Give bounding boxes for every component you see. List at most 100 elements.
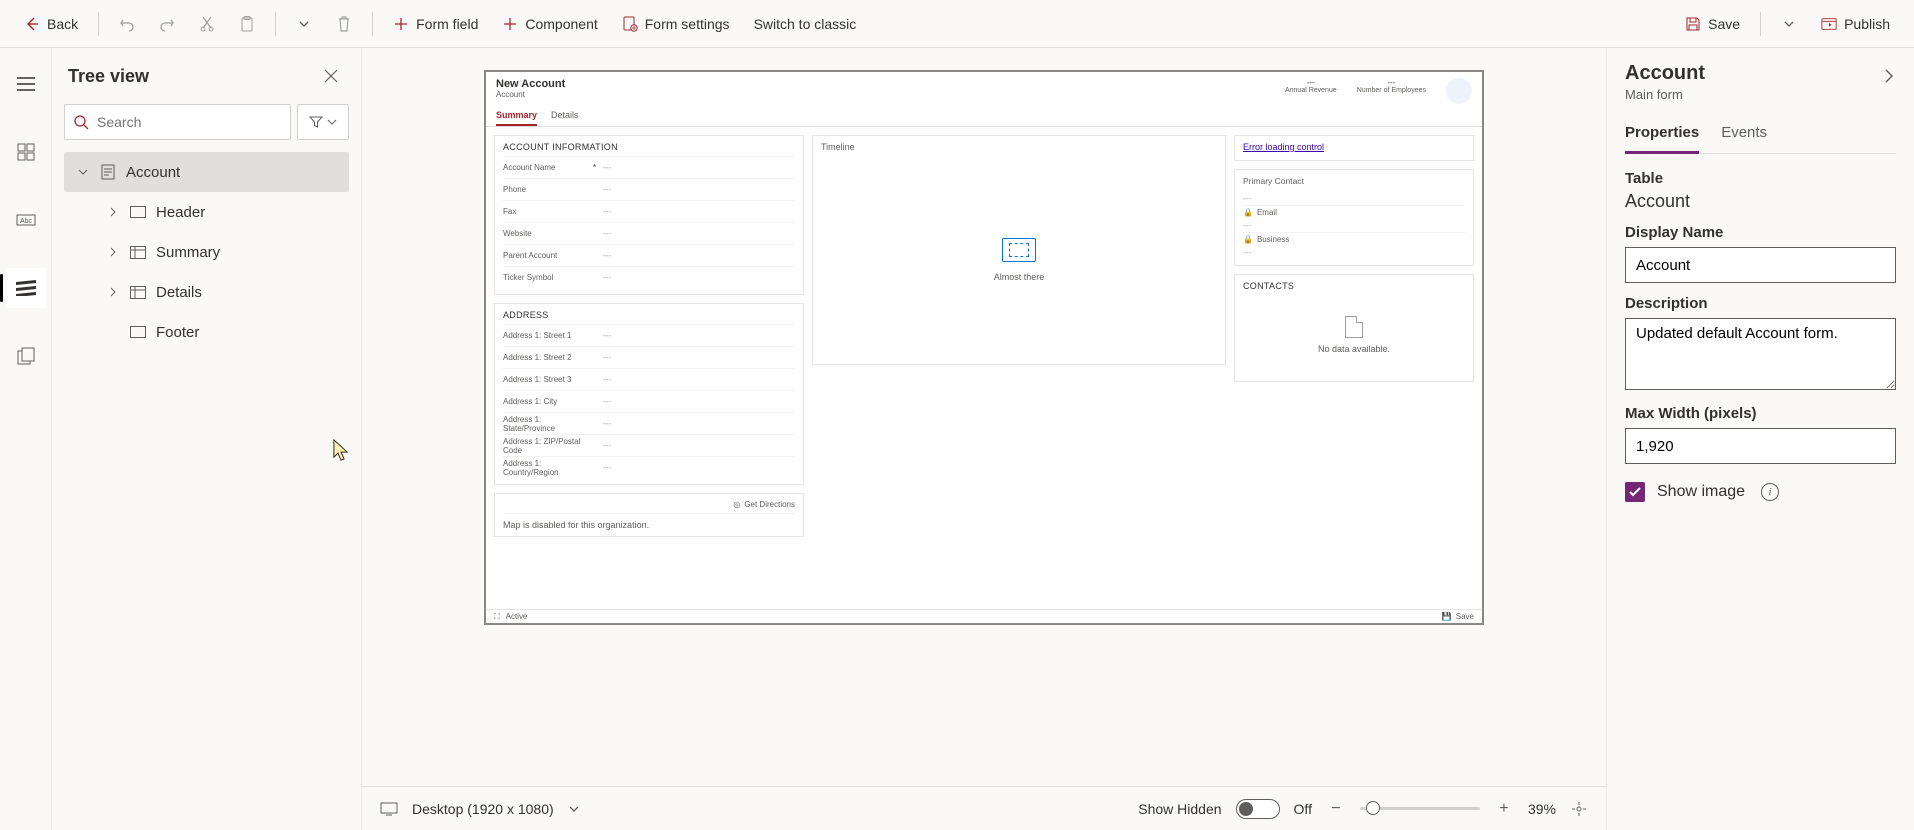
redo-icon <box>159 16 175 32</box>
tree-list: Account Header Summary Details <box>64 152 349 352</box>
chevron-right-icon <box>108 207 120 217</box>
input-max-width[interactable] <box>1625 428 1896 464</box>
tree-node-header[interactable]: Header <box>64 192 349 232</box>
card-primary-contact[interactable]: Primary Contact --- 🔒Email --- 🔒Business… <box>1234 169 1474 266</box>
tree-filter-button[interactable] <box>297 104 349 140</box>
canvas-status-bar: Desktop (1920 x 1080) Show Hidden Off − … <box>362 786 1606 830</box>
properties-collapse-button[interactable] <box>1882 62 1896 86</box>
form-field[interactable]: Address 1: ZIP/Postal Code--- <box>503 434 795 456</box>
back-button[interactable]: Back <box>14 6 88 42</box>
form-field[interactable]: Website--- <box>503 222 795 244</box>
divider <box>1760 12 1761 36</box>
expand-icon[interactable]: ⛶ <box>494 612 500 622</box>
info-icon[interactable]: i <box>1761 483 1779 501</box>
form-field[interactable]: Address 1: Street 3--- <box>503 368 795 390</box>
form-settings-label: Form settings <box>645 16 730 32</box>
zoom-in-button[interactable]: + <box>1494 800 1514 818</box>
tree-node-footer[interactable]: Footer <box>64 312 349 352</box>
label-table: Table <box>1625 170 1896 187</box>
input-display-name[interactable] <box>1625 247 1896 283</box>
properties-title: Account <box>1625 62 1705 85</box>
section-address[interactable]: ADDRESS Address 1: Street 1---Address 1:… <box>494 303 804 485</box>
form-field[interactable]: Address 1: Street 1--- <box>503 324 795 346</box>
form-field[interactable]: Account Name*--- <box>503 156 795 178</box>
lock-icon: 🔒 <box>1243 208 1253 217</box>
rail-form-fields[interactable]: Abc <box>6 200 46 240</box>
svg-text:Abc: Abc <box>20 218 33 225</box>
zoom-slider[interactable] <box>1360 807 1480 810</box>
tree-node-account[interactable]: Account <box>64 152 349 192</box>
error-loading-link[interactable]: Error loading control <box>1243 142 1324 152</box>
classic-label: Switch to classic <box>754 16 857 32</box>
tree-node-summary[interactable]: Summary <box>64 232 349 272</box>
form-field[interactable]: Address 1: State/Province--- <box>503 412 795 434</box>
delete-button[interactable] <box>326 6 362 42</box>
label-max-width: Max Width (pixels) <box>1625 405 1896 422</box>
form-field[interactable]: Fax--- <box>503 200 795 222</box>
card-contacts[interactable]: CONTACTS No data available. <box>1234 274 1474 382</box>
form-settings-button[interactable]: Form settings <box>612 6 740 42</box>
form-field[interactable]: Parent Account--- <box>503 244 795 266</box>
properties-subtitle: Main form <box>1625 87 1705 102</box>
show-hidden-label: Show Hidden <box>1138 801 1221 817</box>
tree-node-label: Header <box>156 204 205 221</box>
tab-icon <box>130 244 146 260</box>
rail-form-libraries[interactable] <box>6 336 46 376</box>
viewport-label: Desktop (1920 x 1080) <box>412 801 554 817</box>
canvas-tab-details[interactable]: Details <box>551 108 579 126</box>
form-field[interactable]: Address 1: Country/Region--- <box>503 456 795 478</box>
fit-to-screen-button[interactable] <box>1570 800 1588 818</box>
paste-button[interactable] <box>229 6 265 42</box>
form-field[interactable]: Phone--- <box>503 178 795 200</box>
card-error[interactable]: Error loading control <box>1234 135 1474 161</box>
save-button[interactable]: Save <box>1675 6 1750 42</box>
publish-label: Publish <box>1844 16 1890 32</box>
switch-classic-button[interactable]: Switch to classic <box>744 6 867 42</box>
checkbox-show-image[interactable] <box>1625 482 1645 502</box>
back-arrow-icon <box>24 16 40 32</box>
canvas-subtitle: Account <box>496 90 565 99</box>
tree-node-details[interactable]: Details <box>64 272 349 312</box>
value-table: Account <box>1625 191 1896 212</box>
form-canvas[interactable]: New Account Account ---Annual Revenue --… <box>484 70 1484 625</box>
rail-tree-view[interactable] <box>6 268 46 308</box>
timeline-placeholder-icon <box>1002 238 1036 262</box>
cut-button[interactable] <box>189 6 225 42</box>
rail-components[interactable] <box>6 132 46 172</box>
plus-icon <box>393 16 409 32</box>
save-more-button[interactable] <box>1771 6 1807 42</box>
save-icon[interactable]: 💾 <box>1442 612 1452 621</box>
redo-button[interactable] <box>149 6 185 42</box>
paste-more-button[interactable] <box>286 6 322 42</box>
form-field[interactable]: Ticker Symbol--- <box>503 266 795 288</box>
input-description[interactable] <box>1625 318 1896 390</box>
add-formfield-button[interactable]: Form field <box>383 6 488 42</box>
chevron-down-icon <box>78 167 90 177</box>
form-icon <box>100 164 116 180</box>
canvas-tab-summary[interactable]: Summary <box>496 108 537 126</box>
chevron-right-icon <box>108 247 120 257</box>
canvas-footer-bar: ⛶Active 💾Save <box>486 609 1482 623</box>
rail-hamburger[interactable] <box>6 64 46 104</box>
undo-button[interactable] <box>109 6 145 42</box>
tree-close-button[interactable] <box>317 62 345 90</box>
section-icon <box>130 324 146 340</box>
tab-events[interactable]: Events <box>1721 118 1767 153</box>
publish-button[interactable]: Publish <box>1811 6 1900 42</box>
tree-search-input[interactable] <box>97 114 282 130</box>
section-map[interactable]: ◎Get Directions Map is disabled for this… <box>494 493 804 537</box>
undo-icon <box>119 16 135 32</box>
viewport-dropdown[interactable] <box>568 803 580 815</box>
form-field[interactable]: Address 1: Street 2--- <box>503 346 795 368</box>
tab-properties[interactable]: Properties <box>1625 118 1699 154</box>
zoom-out-button[interactable]: − <box>1326 800 1346 818</box>
add-component-button[interactable]: Component <box>492 6 607 42</box>
show-hidden-toggle[interactable] <box>1236 799 1280 819</box>
section-account-information[interactable]: ACCOUNT INFORMATION Account Name*---Phon… <box>494 135 804 295</box>
component-label: Component <box>525 16 597 32</box>
form-field[interactable]: Address 1: City--- <box>503 390 795 412</box>
section-timeline[interactable]: Timeline Almost there <box>812 135 1226 365</box>
chevron-right-icon <box>108 287 120 297</box>
save-label: Save <box>1708 16 1740 32</box>
tree-search[interactable] <box>64 104 291 140</box>
